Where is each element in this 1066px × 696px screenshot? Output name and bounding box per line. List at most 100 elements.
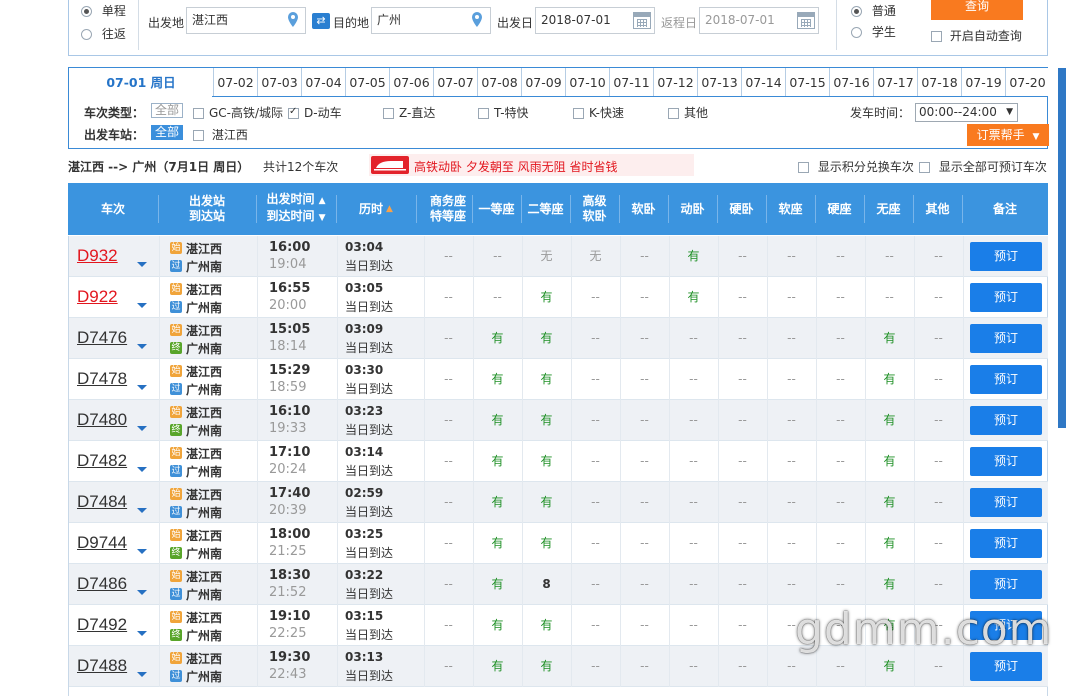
from-station[interactable]: 湛江西 (186, 363, 222, 380)
expand-stops-icon[interactable] (137, 344, 147, 349)
date-tab[interactable]: 07-05 (345, 68, 389, 97)
book-button[interactable]: 预订 (970, 406, 1042, 435)
book-button[interactable]: 预订 (970, 488, 1042, 517)
auto-query-checkbox[interactable] (931, 31, 942, 42)
date-tab[interactable]: 07-03 (257, 68, 301, 97)
train-type-option[interactable]: D-动车 (288, 104, 342, 121)
from-station[interactable]: 湛江西 (186, 568, 222, 585)
col-times[interactable]: 出发时间 ▲ 到达时间 ▼ (256, 183, 336, 235)
train-number-link[interactable]: D932 (77, 246, 118, 266)
seat-availability[interactable]: 有 (473, 441, 522, 482)
train-type-option[interactable]: K-快速 (573, 104, 624, 121)
normal-passenger-option[interactable]: 普通 (851, 2, 896, 19)
seat-availability[interactable]: 有 (522, 646, 571, 687)
seat-availability[interactable]: 有 (522, 441, 571, 482)
to-station[interactable]: 广州南 (186, 299, 222, 316)
scrollbar[interactable] (1058, 68, 1066, 428)
seat-availability[interactable]: 有 (865, 359, 914, 400)
from-station[interactable]: 湛江西 (186, 240, 222, 257)
from-station[interactable]: 湛江西 (186, 445, 222, 462)
train-type-checkbox[interactable] (193, 108, 204, 119)
booking-helper-button[interactable]: 订票帮手 ▼ (967, 124, 1049, 146)
seat-availability[interactable]: 有 (865, 523, 914, 564)
expand-stops-icon[interactable] (137, 467, 147, 472)
promo-banner[interactable]: 高铁动卧 夕发朝至 风雨无阻 省时省钱 (369, 154, 694, 176)
date-tab[interactable]: 07-10 (565, 68, 609, 97)
seat-availability[interactable]: 有 (669, 236, 718, 277)
date-tab[interactable]: 07-19 (961, 68, 1005, 97)
expand-stops-icon[interactable] (137, 549, 147, 554)
book-button[interactable]: 预订 (970, 652, 1042, 681)
date-tab[interactable]: 07-06 (389, 68, 433, 97)
seat-availability[interactable]: 有 (473, 564, 522, 605)
seat-availability[interactable]: 有 (473, 359, 522, 400)
seat-availability[interactable]: 有 (522, 277, 571, 318)
station-all-button[interactable]: 全部 (151, 125, 184, 140)
train-type-checkbox[interactable] (383, 108, 394, 119)
train-number-link[interactable]: D7488 (77, 656, 127, 676)
from-station[interactable]: 湛江西 (186, 527, 222, 544)
bookable-filter[interactable]: 显示全部可预订车次 (919, 158, 1047, 175)
expand-stops-icon[interactable] (137, 672, 147, 677)
to-station[interactable]: 广州南 (186, 504, 222, 521)
student-passenger-option[interactable]: 学生 (851, 23, 896, 40)
book-button[interactable]: 预订 (970, 242, 1042, 271)
student-radio[interactable] (851, 27, 862, 38)
single-trip-option[interactable]: 单程 (81, 2, 126, 19)
to-station[interactable]: 广州南 (186, 381, 222, 398)
normal-radio[interactable] (851, 6, 862, 17)
seat-availability[interactable]: 有 (473, 605, 522, 646)
train-number-link[interactable]: D7492 (77, 615, 127, 635)
seat-availability[interactable]: 有 (522, 359, 571, 400)
seat-availability[interactable]: 有 (522, 400, 571, 441)
train-type-option[interactable]: GC-高铁/城际 (193, 104, 283, 121)
date-tab[interactable]: 07-13 (697, 68, 741, 97)
expand-stops-icon[interactable] (137, 631, 147, 636)
seat-availability[interactable]: 有 (522, 482, 571, 523)
date-tab[interactable]: 07-08 (477, 68, 521, 97)
train-number-link[interactable]: D7478 (77, 369, 127, 389)
from-station[interactable]: 湛江西 (186, 322, 222, 339)
calendar-icon[interactable] (633, 12, 651, 29)
train-number-link[interactable]: D7476 (77, 328, 127, 348)
seat-availability[interactable]: 有 (865, 646, 914, 687)
col-duration[interactable]: 历时 ▲ (336, 183, 416, 235)
seat-availability[interactable]: 8 (522, 564, 571, 605)
date-tab[interactable]: 07-16 (829, 68, 873, 97)
book-button[interactable]: 预订 (970, 283, 1042, 312)
seat-availability[interactable]: 有 (473, 646, 522, 687)
from-station[interactable]: 湛江西 (186, 650, 222, 667)
date-tab[interactable]: 07-15 (785, 68, 829, 97)
date-tab[interactable]: 07-14 (741, 68, 785, 97)
train-type-checkbox[interactable] (478, 108, 489, 119)
to-station[interactable]: 广州南 (186, 422, 222, 439)
train-number-link[interactable]: D9744 (77, 533, 127, 553)
seat-availability[interactable]: 有 (865, 318, 914, 359)
round-trip-radio[interactable] (81, 29, 92, 40)
date-tab[interactable]: 07-11 (609, 68, 653, 97)
book-button[interactable]: 预订 (970, 324, 1042, 353)
seat-availability[interactable]: 有 (865, 564, 914, 605)
to-station[interactable]: 广州南 (186, 545, 222, 562)
date-tab[interactable]: 07-17 (873, 68, 917, 97)
train-type-option[interactable]: T-特快 (478, 104, 529, 121)
station-option[interactable]: 湛江西 (193, 126, 248, 143)
date-tab[interactable]: 07-02 (213, 68, 257, 97)
seat-availability[interactable]: 有 (473, 400, 522, 441)
date-tab[interactable]: 07-20 (1005, 68, 1049, 97)
type-all-button[interactable]: 全部 (151, 103, 184, 118)
book-button[interactable]: 预订 (970, 447, 1042, 476)
date-tab[interactable]: 07-09 (521, 68, 565, 97)
book-button[interactable]: 预订 (970, 570, 1042, 599)
book-button[interactable]: 预订 (970, 365, 1042, 394)
date-tab-active[interactable]: 07-01 周日 (69, 68, 213, 97)
from-station[interactable]: 湛江西 (186, 609, 222, 626)
expand-stops-icon[interactable] (137, 303, 147, 308)
round-trip-option[interactable]: 往返 (81, 25, 126, 42)
to-station[interactable]: 广州南 (186, 340, 222, 357)
train-number-link[interactable]: D7482 (77, 451, 127, 471)
from-station[interactable]: 湛江西 (186, 281, 222, 298)
train-number-link[interactable]: D7484 (77, 492, 127, 512)
seat-availability[interactable]: 有 (865, 605, 914, 646)
train-type-checkbox[interactable] (668, 108, 679, 119)
